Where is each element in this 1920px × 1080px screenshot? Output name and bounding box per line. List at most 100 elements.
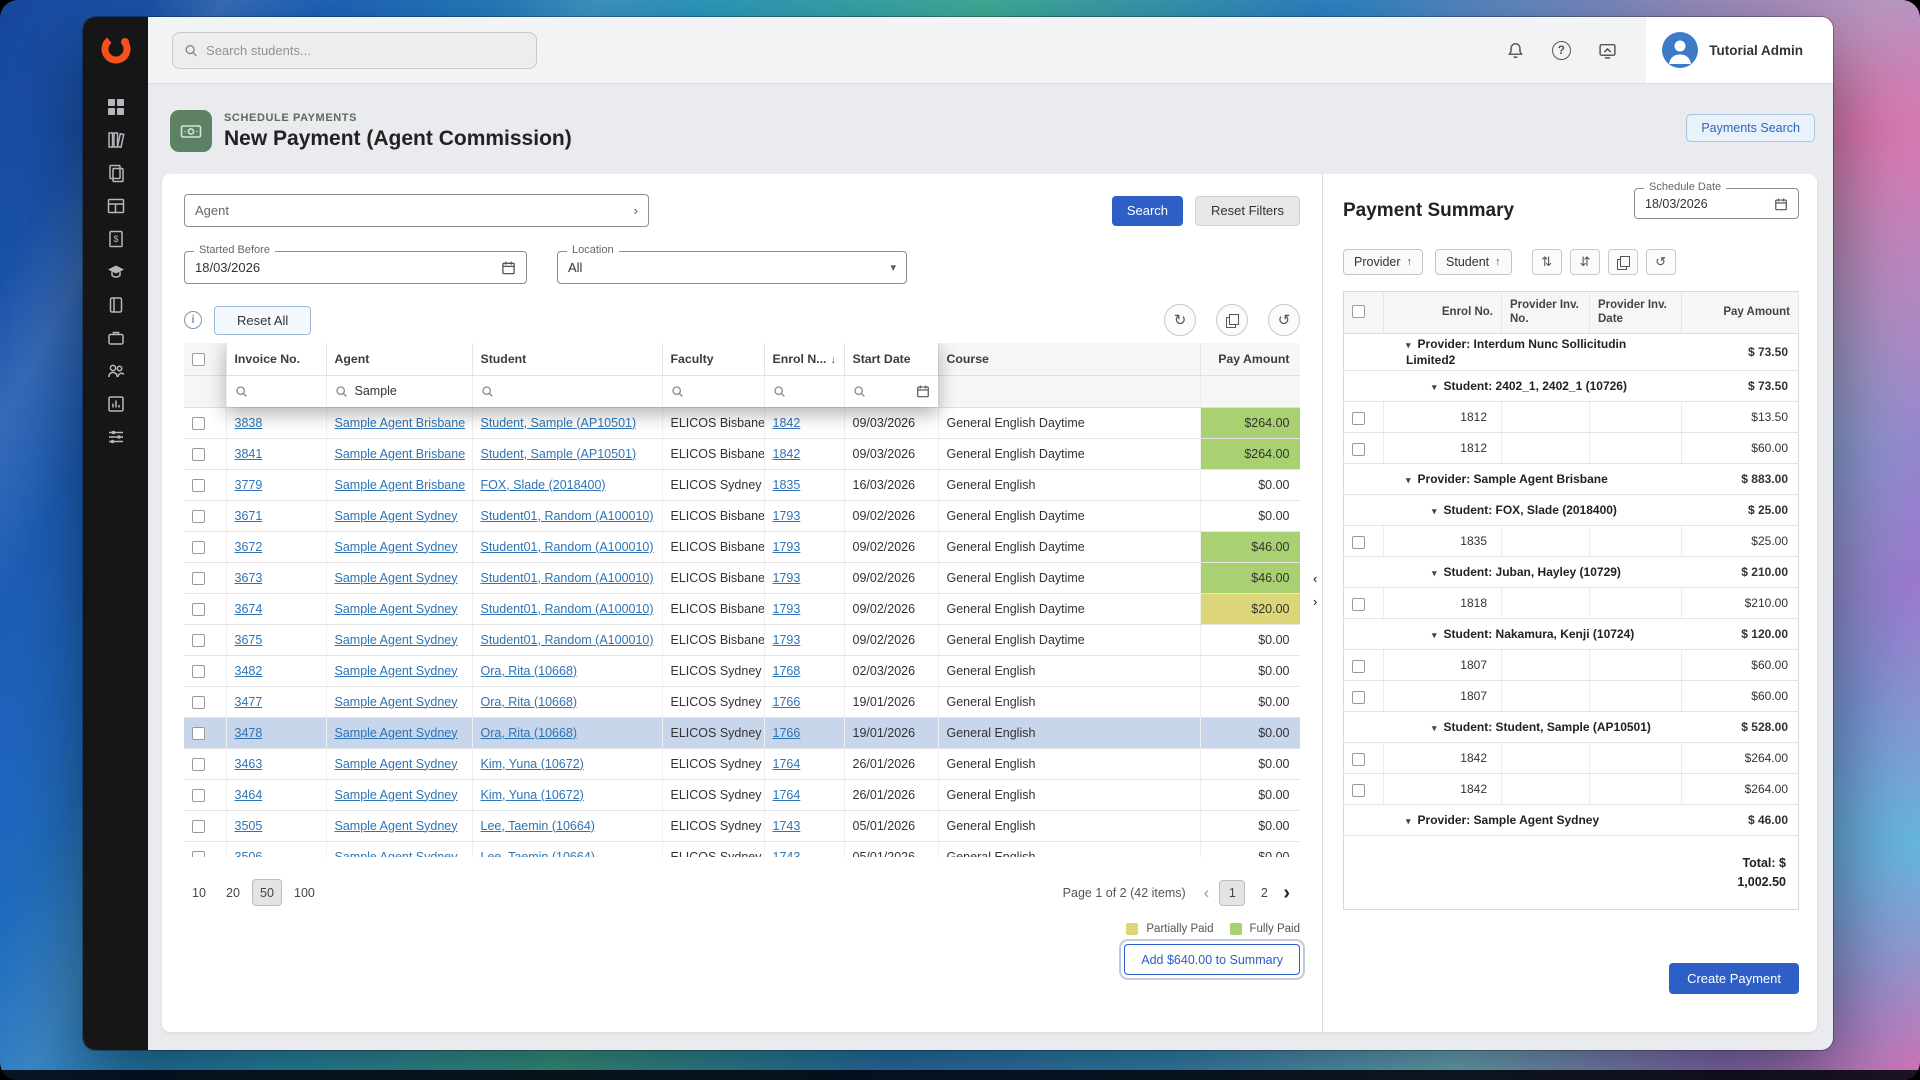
summary-row-checkbox[interactable] [1352,660,1365,673]
grid-row[interactable]: 3674Sample Agent SydneyStudent01, Random… [184,593,1300,624]
group-by-student-chip[interactable]: Student↑ [1435,249,1512,275]
agents-icon[interactable] [96,354,136,387]
schedule-date-field[interactable]: Schedule Date 18/03/2026 [1634,188,1799,219]
summary-col-enrol[interactable]: Enrol No. [1384,292,1502,334]
summary-provider-inv-no-cell[interactable] [1502,774,1590,805]
summary-history-icon[interactable]: ↺ [1646,249,1676,275]
student-link[interactable]: Ora, Rita (10668) [481,695,578,709]
row-checkbox[interactable] [192,789,205,802]
library-icon[interactable] [96,123,136,156]
calendar-icon[interactable] [1774,197,1788,211]
agent-link[interactable]: Sample Agent Brisbane [335,478,466,492]
row-checkbox[interactable] [192,820,205,833]
collapse-caret-icon[interactable]: ▾ [1432,568,1437,578]
student-link[interactable]: Kim, Yuna (10672) [481,788,584,802]
grid-row[interactable]: 3482Sample Agent SydneyOra, Rita (10668)… [184,655,1300,686]
grid-row[interactable]: 3463Sample Agent SydneyKim, Yuna (10672)… [184,748,1300,779]
feedback-icon[interactable] [1590,33,1624,67]
summary-student-group-row[interactable]: ▾Student: FOX, Slade (2018400)$ 25.00 [1344,495,1799,526]
enrol-link[interactable]: 1835 [773,478,801,492]
collapse-caret-icon[interactable]: ▾ [1406,475,1411,485]
summary-provider-inv-no-cell[interactable] [1502,402,1590,433]
row-checkbox[interactable] [192,851,205,857]
expand-all-icon[interactable]: ⇅ [1532,249,1562,275]
row-checkbox[interactable] [192,448,205,461]
summary-detail-row[interactable]: 1807$60.00 [1344,650,1799,681]
history-icon[interactable]: ↺ [1268,304,1300,336]
row-checkbox[interactable] [192,696,205,709]
col-course[interactable]: Course [938,343,1200,375]
start-date-filter[interactable] [844,375,938,407]
summary-provider-inv-no-cell[interactable] [1502,433,1590,464]
enrol-link[interactable]: 1793 [773,540,801,554]
copy-summary-icon[interactable] [1608,249,1638,275]
enrol-link[interactable]: 1743 [773,850,801,858]
row-checkbox[interactable] [192,510,205,523]
grid-row[interactable]: 3675Sample Agent SydneyStudent01, Random… [184,624,1300,655]
agent-link[interactable]: Sample Agent Sydney [335,695,458,709]
summary-provider-inv-no-cell[interactable] [1502,526,1590,557]
col-start-date[interactable]: Start Date [844,343,938,375]
summary-detail-row[interactable]: 1807$60.00 [1344,681,1799,712]
grid-row[interactable]: 3478Sample Agent SydneyOra, Rita (10668)… [184,717,1300,748]
invoice-link[interactable]: 3482 [235,664,263,678]
summary-row-checkbox[interactable] [1352,536,1365,549]
search-input[interactable] [206,43,525,58]
reset-all-button[interactable]: Reset All [214,306,311,335]
agent-link[interactable]: Sample Agent Sydney [335,602,458,616]
invoice-filter[interactable] [226,375,326,407]
summary-detail-row[interactable]: 1812$13.50 [1344,402,1799,433]
summary-provider-inv-date-cell[interactable] [1590,526,1682,557]
enrol-link[interactable]: 1842 [773,447,801,461]
dashboard-icon[interactable] [96,90,136,123]
summary-provider-inv-no-cell[interactable] [1502,681,1590,712]
agent-link[interactable]: Sample Agent Sydney [335,788,458,802]
invoice-link[interactable]: 3671 [235,509,263,523]
summary-col-provider-inv-no[interactable]: Provider Inv. No. [1502,292,1590,334]
summary-col-pay-amount[interactable]: Pay Amount [1682,292,1799,334]
collapse-caret-icon[interactable]: ▾ [1432,506,1437,516]
settings-sliders-icon[interactable] [96,420,136,453]
enrol-link[interactable]: 1842 [773,416,801,430]
col-pay-amount[interactable]: Pay Amount [1200,343,1300,375]
row-checkbox[interactable] [192,479,205,492]
summary-student-group-row[interactable]: ▾Student: Student, Sample (AP10501)$ 528… [1344,712,1799,743]
invoice-link[interactable]: 3675 [235,633,263,647]
summary-detail-row[interactable]: 1812$60.00 [1344,433,1799,464]
student-link[interactable]: Student, Sample (AP10501) [481,447,637,461]
summary-select-all-checkbox[interactable] [1352,305,1365,318]
agent-link[interactable]: Sample Agent Brisbane [335,416,466,430]
prev-page-icon[interactable]: ‹ [1204,884,1210,901]
student-link[interactable]: Student01, Random (A100010) [481,540,654,554]
agent-link[interactable]: Sample Agent Sydney [335,509,458,523]
academics-icon[interactable] [96,255,136,288]
summary-detail-row[interactable]: 1818$210.00 [1344,588,1799,619]
summary-provider-inv-date-cell[interactable] [1590,588,1682,619]
page-size-100[interactable]: 100 [286,879,323,906]
agent-link[interactable]: Sample Agent Sydney [335,726,458,740]
agent-link[interactable]: Sample Agent Sydney [335,819,458,833]
student-link[interactable]: Student01, Random (A100010) [481,633,654,647]
user-menu[interactable]: Tutorial Admin [1646,17,1833,83]
enrol-link[interactable]: 1793 [773,602,801,616]
agent-link[interactable]: Sample Agent Sydney [335,540,458,554]
student-link[interactable]: Ora, Rita (10668) [481,726,578,740]
summary-detail-row[interactable]: 1835$25.00 [1344,526,1799,557]
search-button[interactable]: Search [1112,196,1183,226]
summary-provider-inv-date-cell[interactable] [1590,743,1682,774]
page-1-button[interactable]: 1 [1219,880,1245,906]
col-enrol[interactable]: Enrol N...↓ [764,343,844,375]
started-before-field[interactable]: Started Before 18/03/2026 [184,251,527,284]
summary-student-group-row[interactable]: ▾Student: Nakamura, Kenji (10724)$ 120.0… [1344,619,1799,650]
agent-link[interactable]: Sample Agent Sydney [335,571,458,585]
calendar-icon[interactable] [501,260,516,275]
invoice-link[interactable]: 3463 [235,757,263,771]
grid-row[interactable]: 3506Sample Agent SydneyLee, Taemin (1066… [184,841,1300,857]
summary-provider-group-row[interactable]: ▾Provider: Interdum Nunc Sollicitudin Li… [1344,334,1799,371]
summary-row-checkbox[interactable] [1352,784,1365,797]
row-checkbox[interactable] [192,541,205,554]
summary-student-group-row[interactable]: ▾Student: Juban, Hayley (10729)$ 210.00 [1344,557,1799,588]
invoice-link[interactable]: 3779 [235,478,263,492]
enrol-link[interactable]: 1743 [773,819,801,833]
copy-grid-icon[interactable] [1216,304,1248,336]
